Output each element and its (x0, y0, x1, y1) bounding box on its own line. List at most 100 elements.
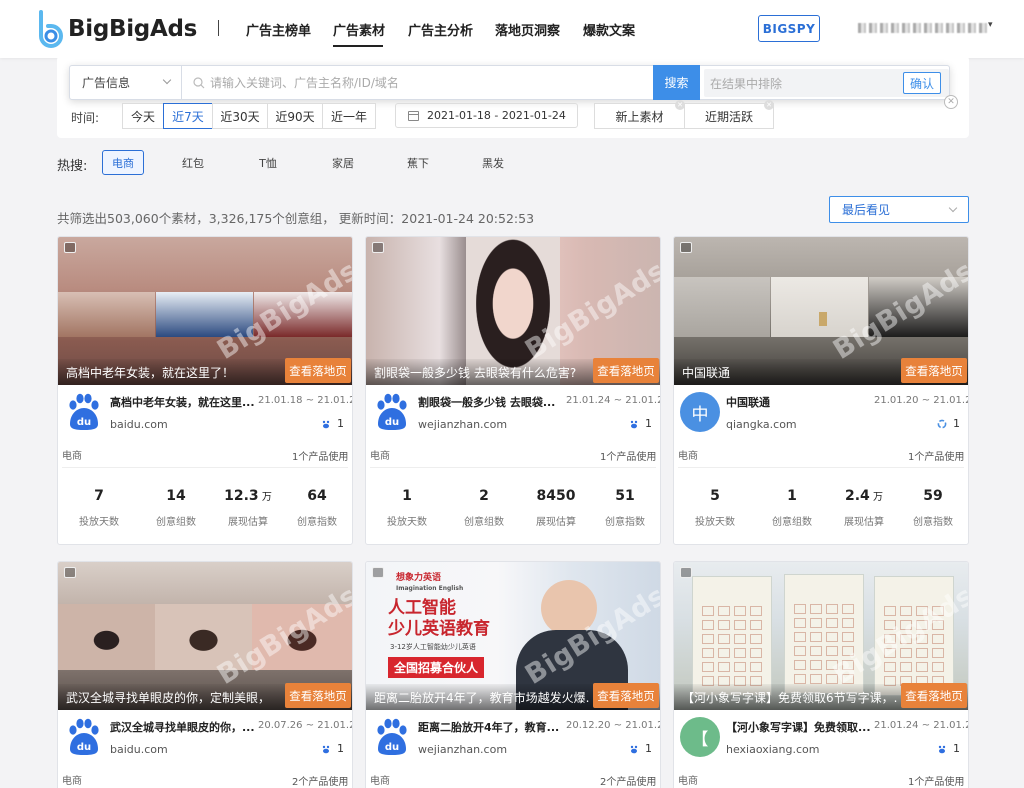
ad-title[interactable]: 距离二胎放开4年了，教育... (418, 719, 568, 735)
search-button[interactable]: 搜索 (653, 65, 700, 100)
nav-advertiser-ranking[interactable]: 广告主榜单 (246, 20, 311, 39)
ad-card-6[interactable]: BigBigAds 【河小象写字课】免费领取6节写字课，... 查看落地页 【 … (673, 561, 969, 788)
time-1year[interactable]: 近一年 (322, 103, 376, 129)
exclude-input[interactable]: 在结果中排除 (710, 69, 782, 97)
bigspy-button[interactable]: BIGSPY (758, 15, 820, 42)
ad-card-4[interactable]: BigBigAds 武汉全城寻找单眼皮的你，定制美眼， 查看落地页 du 武汉全… (57, 561, 353, 788)
platform-count-value: 1 (953, 742, 960, 755)
platform-icon (630, 420, 638, 428)
card-divider (370, 467, 656, 468)
creative-text: 想象力英语 Imagination English (396, 573, 464, 592)
hot-search-label: 热搜: (57, 159, 88, 174)
stat-label: 投放天数 (387, 517, 427, 528)
stat-value: 12.3 万 (224, 488, 272, 504)
image-type-icon (680, 242, 692, 253)
svg-text:du: du (385, 417, 399, 428)
view-landing-page-button[interactable]: 查看落地页 (901, 683, 967, 708)
stat-label: 展现估算 (536, 517, 576, 528)
hot-tag-tshirt[interactable]: T恤 (247, 150, 289, 175)
baidu-logo[interactable]: du (64, 392, 104, 432)
remove-segment-icon[interactable]: ✕ (675, 100, 685, 110)
time-today[interactable]: 今天 (122, 103, 164, 129)
segment-recently-active[interactable]: 近期活跃 (684, 103, 774, 129)
ad-domain[interactable]: qiangka.com (726, 418, 797, 431)
sort-select[interactable]: 最后看见 (829, 196, 969, 223)
ad-domain[interactable]: wejianzhan.com (418, 743, 507, 756)
stat-label: 创意指数 (913, 517, 953, 528)
platform-count: 1 (937, 742, 960, 755)
stat-label: 创意组数 (156, 517, 196, 528)
advertiser-avatar[interactable]: 【 (680, 717, 720, 757)
nav-active-indicator (333, 45, 383, 47)
ad-title[interactable]: 【河小象写字课】免费领取... (726, 719, 876, 735)
ad-caption: 武汉全城寻找单眼皮的你，定制美眼， (66, 691, 271, 705)
platform-icon (322, 745, 330, 753)
view-landing-page-button[interactable]: 查看落地页 (285, 683, 351, 708)
stat-unit: 万 (258, 492, 272, 503)
baidu-logo[interactable]: du (372, 717, 412, 757)
ad-card-2[interactable]: BigBigAds 割眼袋一般多少钱 去眼袋有什么危害? 查看落地页 du 割眼… (365, 236, 661, 545)
ad-domain[interactable]: wejianzhan.com (418, 418, 507, 431)
hot-tag-ecommerce[interactable]: 电商 (102, 150, 144, 175)
hot-tag-home[interactable]: 家居 (322, 150, 364, 175)
hot-tag-blackhair[interactable]: 黑发 (472, 150, 514, 175)
stat-unit: 万 (869, 492, 883, 503)
ad-date-range: 21.01.24 ~ 21.01.24 (566, 395, 661, 406)
baidu-logo[interactable]: du (64, 717, 104, 757)
hot-tag-redpacket[interactable]: 红包 (172, 150, 214, 175)
time-90days[interactable]: 近90天 (267, 103, 323, 129)
ad-card-5[interactable]: 想象力英语 Imagination English 人工智能 少儿英语教育 3-12岁人… (365, 561, 661, 788)
clear-filter-icon[interactable]: ✕ (944, 95, 958, 109)
nav-advertiser-analysis[interactable]: 广告主分析 (408, 20, 473, 39)
search-category-select[interactable]: 广告信息 (70, 66, 182, 99)
remove-segment-icon[interactable]: ✕ (764, 100, 774, 110)
search-input[interactable]: 请输入关键词、广告主名称/ID/域名 (183, 66, 653, 99)
view-landing-page-button[interactable]: 查看落地页 (593, 358, 659, 383)
view-landing-page-button[interactable]: 查看落地页 (901, 358, 967, 383)
nav-ad-creatives[interactable]: 广告素材 (333, 20, 385, 39)
stat-label: 展现估算 (228, 517, 268, 528)
image-type-icon (372, 567, 384, 578)
image-type-icon (64, 242, 76, 253)
ad-title[interactable]: 武汉全城寻找单眼皮的你，... (110, 719, 260, 735)
confirm-button[interactable]: 确认 (903, 72, 941, 94)
ad-card-3[interactable]: BigBigAds 中国联通 查看落地页 中 中国联通 21.01.20 ~ 2… (673, 236, 969, 545)
platform-count: 1 (937, 417, 960, 430)
ad-title[interactable]: 高档中老年女装，就在这里... (110, 394, 260, 410)
platform-count-value: 1 (953, 417, 960, 430)
industry-tag: 电商 (678, 451, 698, 462)
nav-hot-copy[interactable]: 爆款文案 (583, 20, 635, 39)
stat-value: 7 (94, 488, 104, 504)
image-type-icon (372, 242, 384, 253)
view-landing-page-button[interactable]: 查看落地页 (593, 683, 659, 708)
chevron-down-icon (162, 75, 172, 85)
advertiser-avatar[interactable]: 中 (680, 392, 720, 432)
view-landing-page-button[interactable]: 查看落地页 (285, 358, 351, 383)
segment-new-creatives[interactable]: 新上素材 (594, 103, 685, 129)
ad-title[interactable]: 割眼袋一般多少钱 去眼袋... (418, 394, 568, 410)
platform-count: 1 (321, 742, 344, 755)
ad-card-1[interactable]: BigBigAds 高档中老年女装，就在这里了！ 查看落地页 du 高档中老年女… (57, 236, 353, 545)
date-range-value: 2021-01-18 - 2021-01-24 (427, 109, 566, 122)
bigbigads-logo[interactable]: BigBigAds (36, 9, 197, 49)
exclude-field: 在结果中排除 确认 (704, 69, 949, 97)
stat-label: 展现估算 (844, 517, 884, 528)
hot-tag-jiaoxia[interactable]: 蕉下 (397, 150, 439, 175)
ad-title[interactable]: 中国联通 (726, 394, 876, 410)
baidu-logo[interactable]: du (372, 392, 412, 432)
time-30days[interactable]: 近30天 (212, 103, 268, 129)
date-range-picker[interactable]: 2021-01-18 - 2021-01-24 (395, 103, 578, 128)
nav-landing-insight[interactable]: 落地页洞察 (495, 20, 560, 39)
ad-domain[interactable]: baidu.com (110, 743, 168, 756)
stat-value: 59 (923, 488, 943, 504)
platform-count-value: 1 (337, 742, 344, 755)
user-account-name[interactable] (858, 23, 988, 33)
calendar-icon (408, 110, 419, 121)
ad-date-range: 20.12.20 ~ 21.01.24 (566, 720, 661, 731)
ad-domain[interactable]: hexiaoxiang.com (726, 743, 820, 756)
chevron-down-icon[interactable]: ▾ (988, 20, 993, 30)
stat-value: 1 (787, 488, 797, 504)
time-7days[interactable]: 近7天 (163, 103, 213, 129)
ad-domain[interactable]: baidu.com (110, 418, 168, 431)
chevron-down-icon (948, 203, 958, 213)
